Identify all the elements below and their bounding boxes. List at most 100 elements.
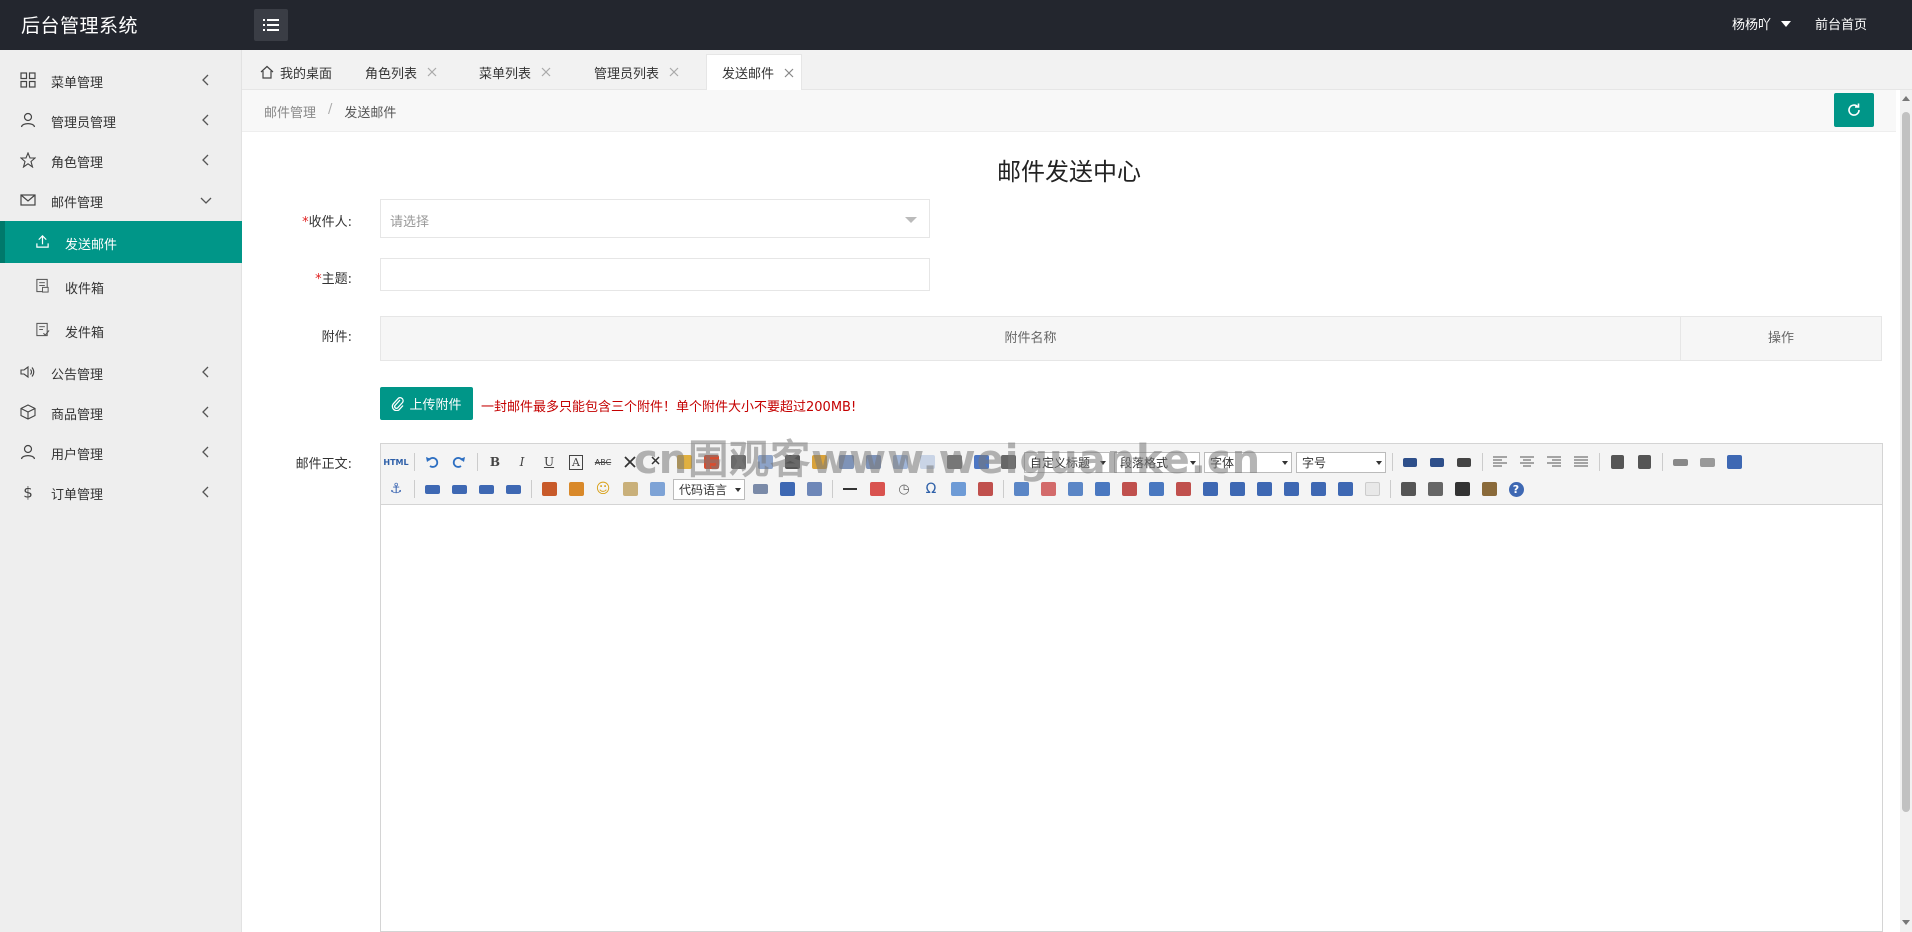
sidebar-item-outbox[interactable]: 发件箱 — [0, 309, 242, 351]
help-icon[interactable]: ? — [1505, 478, 1527, 500]
font-border-button[interactable]: A — [565, 451, 587, 473]
lowercase-icon[interactable] — [1633, 451, 1655, 473]
code-language-select[interactable]: 代码语言 — [673, 478, 745, 500]
undo-icon[interactable] — [421, 451, 443, 473]
html-source-button[interactable]: HTML — [383, 451, 408, 473]
ordered-list-icon[interactable] — [835, 451, 857, 473]
align-justify-icon[interactable] — [1570, 451, 1592, 473]
merge-down-icon[interactable] — [1253, 478, 1275, 500]
merge-cells-icon[interactable] — [1199, 478, 1221, 500]
sidebar-item-orders[interactable]: $ 订单管理 — [0, 472, 242, 512]
tab-admin-list[interactable]: 管理员列表 — [594, 54, 679, 90]
highlight-icon[interactable] — [727, 451, 749, 473]
rtl-icon[interactable] — [1426, 451, 1448, 473]
scrollbar[interactable] — [1900, 90, 1912, 932]
redo-icon[interactable] — [448, 451, 470, 473]
print-icon[interactable] — [1397, 478, 1419, 500]
line-height-icon[interactable] — [997, 451, 1019, 473]
image-left-icon[interactable] — [448, 478, 470, 500]
insert-video-icon[interactable] — [646, 478, 668, 500]
underline-button[interactable]: U — [538, 451, 560, 473]
select-all-icon[interactable] — [889, 451, 911, 473]
image-right-icon[interactable] — [475, 478, 497, 500]
insert-paragraph-before-table-icon[interactable] — [1064, 478, 1086, 500]
emotion-icon[interactable]: ☺ — [592, 478, 614, 500]
sidebar-item-mail[interactable]: 邮件管理 — [0, 180, 242, 220]
breadcrumb-parent[interactable]: 邮件管理 — [264, 102, 316, 121]
blockquote-icon[interactable] — [754, 451, 776, 473]
insert-row-icon[interactable] — [1091, 478, 1113, 500]
image-none-icon[interactable] — [421, 478, 443, 500]
bold-button[interactable]: B — [484, 451, 506, 473]
upload-attachment-button[interactable]: 上传附件 — [380, 387, 473, 420]
insert-image-icon[interactable] — [565, 478, 587, 500]
close-icon[interactable] — [784, 68, 794, 78]
custom-title-select[interactable]: 自定义标题 — [1024, 451, 1110, 473]
scroll-down-icon[interactable] — [1902, 920, 1910, 925]
close-icon[interactable] — [427, 67, 437, 77]
unordered-list-icon[interactable] — [862, 451, 884, 473]
sidebar-item-users[interactable]: 用户管理 — [0, 432, 242, 472]
delete-row-icon[interactable] — [1118, 478, 1140, 500]
insert-date-icon[interactable] — [866, 478, 888, 500]
preview-monitor-icon[interactable] — [1723, 451, 1745, 473]
subject-input[interactable] — [380, 258, 930, 291]
preview-icon[interactable] — [1424, 478, 1446, 500]
pasteplain-icon[interactable] — [808, 451, 830, 473]
split-to-cols-icon[interactable] — [1334, 478, 1356, 500]
delete-col-icon[interactable] — [1172, 478, 1194, 500]
row-spacing-bottom-icon[interactable] — [970, 451, 992, 473]
special-chars-icon[interactable]: Ω — [920, 478, 942, 500]
user-menu[interactable]: 杨杨吖 — [1732, 14, 1792, 33]
sidebar-item-goods[interactable]: 商品管理 — [0, 392, 242, 432]
page-break-icon[interactable] — [749, 478, 771, 500]
format-brush-icon[interactable] — [673, 451, 695, 473]
edittip-icon[interactable] — [974, 478, 996, 500]
scroll-thumb[interactable] — [1902, 112, 1910, 812]
align-left-icon[interactable] — [1489, 451, 1511, 473]
tab-role-list[interactable]: 角色列表 — [365, 54, 437, 90]
background-icon[interactable] — [803, 478, 825, 500]
align-right-icon[interactable] — [1543, 451, 1565, 473]
link-icon[interactable] — [1669, 451, 1691, 473]
insert-time-icon[interactable]: ◷ — [893, 478, 915, 500]
refresh-button[interactable] — [1834, 93, 1874, 127]
sidebar-item-inbox[interactable]: 收件箱 — [0, 265, 242, 307]
drafts-icon[interactable] — [1478, 478, 1500, 500]
split-to-cells-icon[interactable] — [1280, 478, 1302, 500]
strikethrough-button[interactable]: ABC — [592, 451, 614, 473]
sidebar-item-admins[interactable]: 管理员管理 — [0, 100, 242, 140]
sidebar-item-notices[interactable]: 公告管理 — [0, 352, 242, 392]
font-size-a-icon[interactable] — [781, 451, 803, 473]
image-center-icon[interactable] — [502, 478, 524, 500]
recipient-select[interactable]: 请选择 — [380, 199, 930, 238]
menu-toggle-button[interactable] — [254, 9, 288, 41]
sidebar-item-send-mail[interactable]: 发送邮件 — [0, 221, 242, 263]
row-spacing-top-icon[interactable] — [943, 451, 965, 473]
font-family-select[interactable]: 字体 — [1204, 451, 1292, 473]
insert-table-icon[interactable] — [1010, 478, 1032, 500]
tab-menu-list[interactable]: 菜单列表 — [479, 54, 551, 90]
horizontal-rule-icon[interactable] — [839, 478, 861, 500]
paragraph-format-select[interactable]: 段落格式 — [1114, 451, 1200, 473]
unlink-icon[interactable] — [1696, 451, 1718, 473]
wordimage-icon[interactable] — [947, 478, 969, 500]
close-icon[interactable] — [669, 67, 679, 77]
search-replace-icon[interactable] — [1451, 478, 1473, 500]
scrawl-icon[interactable] — [619, 478, 641, 500]
font-size-select[interactable]: 字号 — [1296, 451, 1386, 473]
sidebar-item-roles[interactable]: 角色管理 — [0, 140, 242, 180]
merge-right-icon[interactable] — [1226, 478, 1248, 500]
template-icon[interactable] — [776, 478, 798, 500]
editor-body[interactable] — [381, 506, 1882, 931]
italic-button[interactable]: I — [511, 451, 533, 473]
uppercase-icon[interactable] — [1606, 451, 1628, 473]
split-to-rows-icon[interactable] — [1307, 478, 1329, 500]
ltr-icon[interactable] — [1399, 451, 1421, 473]
cleardoc-icon[interactable] — [916, 451, 938, 473]
scroll-up-icon[interactable] — [1902, 96, 1910, 101]
close-icon[interactable] — [541, 67, 551, 77]
tab-my-desktop[interactable]: 我的桌面 — [260, 54, 332, 90]
indent-icon[interactable] — [1453, 451, 1475, 473]
delete-table-icon[interactable] — [1037, 478, 1059, 500]
